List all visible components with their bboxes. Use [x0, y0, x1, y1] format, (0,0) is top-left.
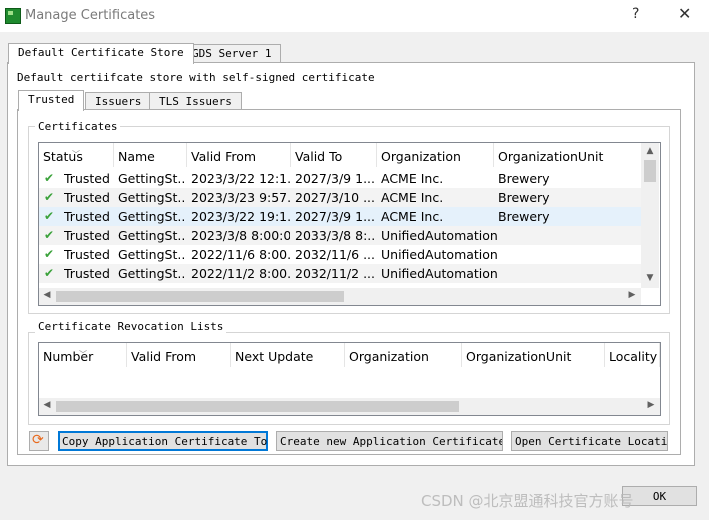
horizontal-scrollbar[interactable]: ◀ ▶ — [39, 398, 660, 415]
cell-status: Trusted — [64, 228, 110, 243]
cell-valid-to: 2032/11/6 ... — [295, 247, 375, 262]
cell-organization: UnifiedAutomation — [381, 247, 498, 262]
cell-name: GettingSt... — [118, 171, 186, 186]
tab-trusted[interactable]: Trusted — [18, 90, 85, 111]
cell-organization-unit: Brewery — [498, 209, 550, 224]
column-header-status[interactable]: Status ﹀ — [39, 143, 114, 167]
cell-status: Trusted — [64, 266, 110, 281]
scroll-right-icon[interactable]: ▶ — [626, 290, 638, 300]
column-header-locality[interactable]: Locality — [605, 343, 660, 367]
create-application-certificate-button[interactable]: Create new Application Certificate... — [276, 431, 503, 451]
cell-organization: UnifiedAutomation — [381, 266, 498, 281]
cell-organization: ACME Inc. — [381, 171, 444, 186]
app-icon — [5, 8, 21, 24]
tab-default-certificate-store[interactable]: Default Certificate Store — [8, 43, 194, 64]
cell-valid-to: 2027/3/9 1... — [295, 209, 375, 224]
cell-organization: UnifiedAutomation — [381, 228, 498, 243]
check-icon: ✔ — [44, 190, 55, 204]
table-row[interactable]: ✔ Trusted GettingSt... 2023/3/22 19:1...… — [39, 207, 641, 226]
window-title: Manage Certificates — [25, 8, 156, 23]
column-header-organization[interactable]: Organization — [377, 143, 494, 167]
cell-valid-to: 2027/3/10 ... — [295, 190, 375, 205]
column-header-organization[interactable]: Organization — [345, 343, 462, 367]
column-header-organization-unit[interactable]: OrganizationUnit — [462, 343, 605, 367]
column-header-number[interactable]: Number ﹀ — [39, 343, 127, 367]
table-row[interactable]: ✔ Trusted GettingSt... 2022/11/2 8:00...… — [39, 264, 641, 283]
cell-organization: ACME Inc. — [381, 190, 444, 205]
title-bar: Manage Certificates ? ✕ — [0, 0, 709, 32]
cell-status: Trusted — [64, 190, 110, 205]
sort-down-icon: ﹀ — [79, 350, 87, 359]
certificates-label: Certificates — [35, 120, 121, 133]
crl-label: Certificate Revocation Lists — [35, 320, 227, 333]
scroll-down-icon[interactable]: ▼ — [644, 273, 656, 283]
close-button[interactable]: ✕ — [678, 4, 691, 23]
cell-valid-from: 2023/3/23 9:57... — [191, 190, 290, 205]
cell-name: GettingSt... — [118, 209, 186, 224]
cell-status: Trusted — [64, 209, 110, 224]
cell-name: GettingSt... — [118, 266, 186, 281]
column-header-name[interactable]: Name — [114, 143, 187, 167]
cell-valid-to: 2032/11/2 ... — [295, 266, 375, 281]
cell-organization-unit: Brewery — [498, 190, 550, 205]
watermark: CSDN @北京盟通科技官方账号 — [421, 492, 634, 510]
cell-valid-to: 2027/3/9 1... — [295, 171, 375, 186]
column-header-organization-unit[interactable]: OrganizationUnit — [494, 143, 642, 167]
column-header-valid-from[interactable]: Valid From — [187, 143, 291, 167]
store-description: Default certiifcate store with self-sign… — [17, 71, 375, 84]
cell-organization: ACME Inc. — [381, 209, 444, 224]
cell-valid-from: 2022/11/2 8:00... — [191, 266, 290, 281]
crl-table[interactable]: Number ﹀ Valid From Next Update Organizat… — [38, 342, 661, 416]
cell-organization-unit: Brewery — [498, 171, 550, 186]
column-header-valid-to[interactable]: Valid To — [291, 143, 377, 167]
table-row[interactable]: ✔ Trusted GettingSt... 2023/3/8 8:00:00 … — [39, 226, 641, 245]
table-row[interactable]: ✔ Trusted GettingSt... 2023/3/22 12:1...… — [39, 169, 641, 188]
scroll-left-icon[interactable]: ◀ — [41, 400, 53, 410]
cell-status: Trusted — [64, 171, 110, 186]
cell-status: Trusted — [64, 247, 110, 262]
certificates-table[interactable]: Status ﹀ Name Valid From Valid To Organiz… — [38, 142, 661, 306]
vertical-scrollbar[interactable]: ▲ ▼ — [641, 143, 659, 288]
copy-application-certificate-button[interactable]: Copy Application Certificate To... — [58, 431, 268, 451]
horizontal-scroll-thumb[interactable] — [56, 291, 344, 302]
column-header-valid-from[interactable]: Valid From — [127, 343, 231, 367]
table-row[interactable]: ✔ Trusted GettingSt... 2023/3/23 9:57...… — [39, 188, 641, 207]
horizontal-scrollbar[interactable]: ◀ ▶ — [39, 288, 641, 305]
check-icon: ✔ — [44, 209, 55, 223]
cell-name: GettingSt... — [118, 190, 186, 205]
check-icon: ✔ — [44, 228, 55, 242]
cell-name: GettingSt... — [118, 247, 186, 262]
sort-down-icon: ﹀ — [72, 150, 80, 159]
table-row[interactable]: ✔ Trusted GettingSt... 2022/11/6 8:00...… — [39, 245, 641, 264]
cell-name: GettingSt... — [118, 228, 186, 243]
cell-valid-from: 2022/11/6 8:00... — [191, 247, 290, 262]
scroll-up-icon[interactable]: ▲ — [644, 146, 656, 156]
cell-valid-from: 2023/3/22 12:1... — [191, 171, 290, 186]
help-button[interactable]: ? — [632, 6, 639, 22]
vertical-scroll-thumb[interactable] — [644, 160, 656, 182]
scroll-left-icon[interactable]: ◀ — [41, 290, 53, 300]
check-icon: ✔ — [44, 247, 55, 261]
scroll-right-icon[interactable]: ▶ — [645, 400, 657, 410]
refresh-button[interactable]: ⟳ — [29, 431, 49, 451]
horizontal-scroll-thumb[interactable] — [56, 401, 459, 412]
column-header-next-update[interactable]: Next Update — [231, 343, 345, 367]
refresh-icon: ⟳ — [32, 432, 44, 448]
open-certificate-location-button[interactable]: Open Certificate Location — [511, 431, 668, 451]
tab-gds-server-1[interactable]: GDS Server 1 — [182, 44, 282, 63]
check-icon: ✔ — [44, 266, 55, 280]
check-icon: ✔ — [44, 171, 55, 185]
cell-valid-to: 2033/3/8 8:... — [295, 228, 376, 243]
cell-valid-from: 2023/3/8 8:00:00 — [191, 228, 290, 243]
cell-valid-from: 2023/3/22 19:1... — [191, 209, 290, 224]
